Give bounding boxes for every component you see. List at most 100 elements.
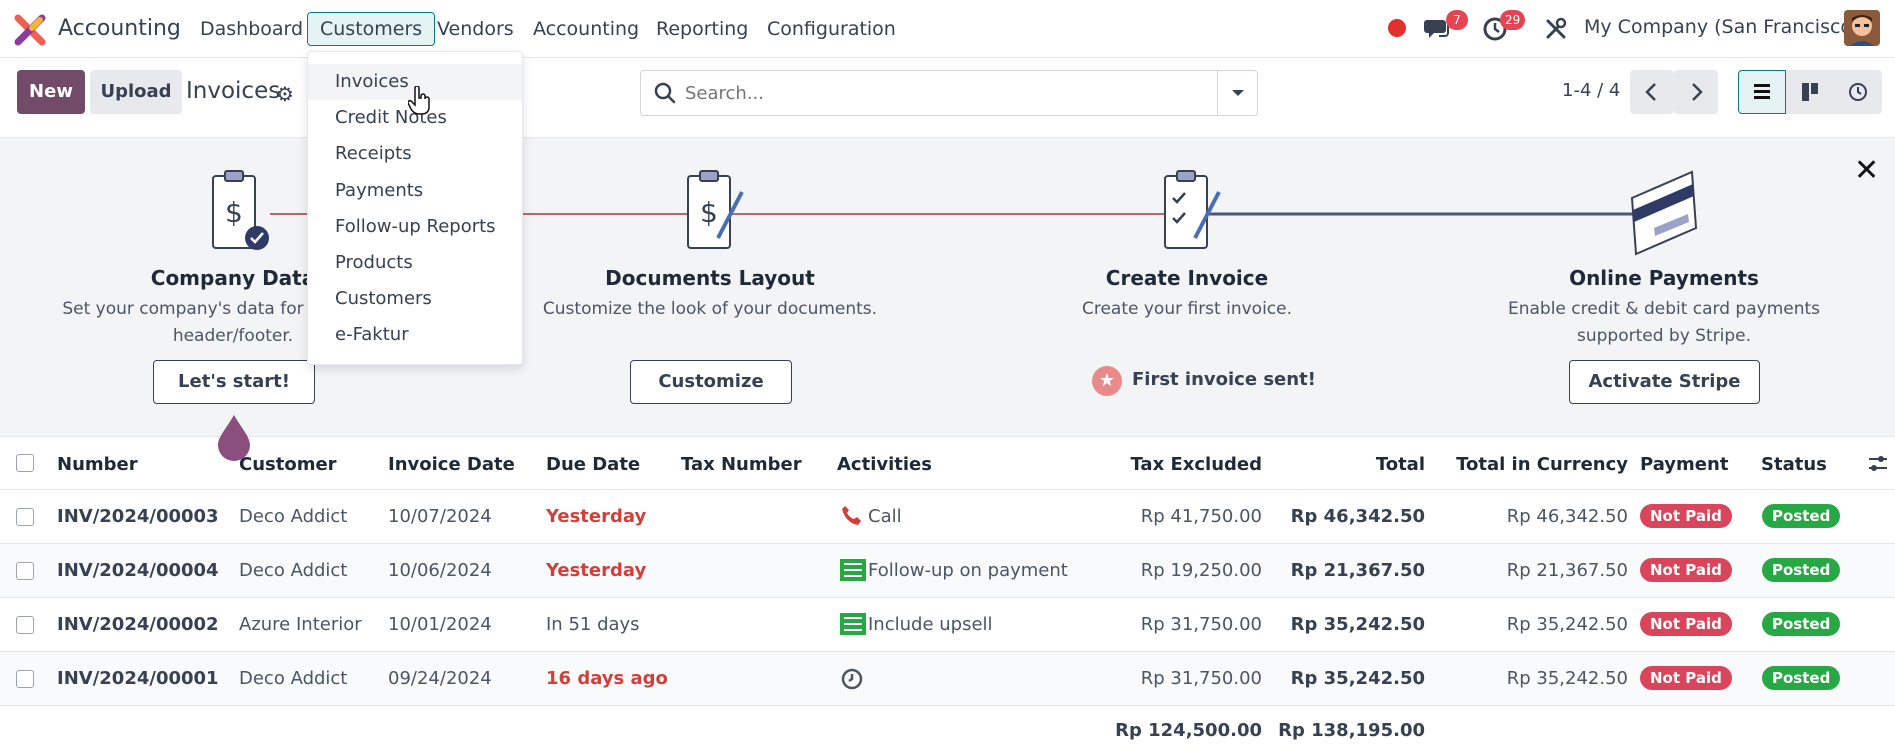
todo-list-icon[interactable] — [840, 613, 866, 635]
menu-accounting[interactable]: Accounting — [521, 12, 651, 46]
activities-count-badge: 29 — [1500, 10, 1526, 30]
row-checkbox[interactable] — [16, 508, 34, 526]
column-tax-excluded[interactable]: Tax Excluded — [1100, 454, 1262, 475]
list-view-button[interactable] — [1738, 70, 1786, 114]
step-online-payments-desc: Enable credit & debit card payments supp… — [1507, 299, 1821, 346]
user-avatar[interactable] — [1844, 10, 1880, 46]
menu-item-customers[interactable]: Customers — [308, 281, 522, 317]
lets-start-button[interactable]: Let's start! — [153, 360, 315, 404]
first-invoice-sent-label: First invoice sent! — [1132, 369, 1316, 390]
menu-item-e-faktur[interactable]: e-Faktur — [308, 317, 522, 353]
column-status[interactable]: Status — [1761, 454, 1827, 475]
payment-badge: Not Paid — [1640, 558, 1732, 582]
step-create-invoice-title: Create Invoice — [1105, 266, 1269, 290]
menu-vendors[interactable]: Vendors — [425, 12, 526, 46]
customer-name: Deco Addict — [239, 668, 348, 689]
total: Rp 35,242.50 — [1290, 668, 1425, 689]
search-input[interactable] — [685, 79, 1205, 107]
customer-name: Azure Interior — [239, 614, 362, 635]
menu-configuration[interactable]: Configuration — [755, 12, 908, 46]
column-tax-number[interactable]: Tax Number — [681, 454, 802, 475]
step-online-payments-title: Online Payments — [1569, 266, 1759, 290]
row-checkbox[interactable] — [16, 670, 34, 688]
pager-next-button[interactable] — [1674, 70, 1718, 114]
column-number[interactable]: Number — [57, 454, 138, 475]
customer-name: Deco Addict — [239, 560, 348, 581]
invoice-number: INV/2024/00002 — [57, 614, 219, 635]
payment-badge: Not Paid — [1640, 504, 1732, 528]
total-in-currency: Rp 35,242.50 — [1506, 614, 1628, 635]
tax-excluded: Rp 19,250.00 — [1140, 560, 1262, 581]
todo-list-icon[interactable] — [840, 559, 866, 581]
tax-excluded: Rp 41,750.00 — [1140, 506, 1262, 527]
column-due-date[interactable]: Due Date — [546, 454, 640, 475]
activity-label[interactable]: Include upsell — [868, 614, 993, 635]
pager-previous-button[interactable] — [1630, 70, 1674, 114]
column-invoice-date[interactable]: Invoice Date — [388, 454, 515, 475]
table-row[interactable]: INV/2024/00002 Azure Interior 10/01/2024… — [0, 598, 1895, 652]
company-switcher[interactable]: My Company (San Francisco) — [1584, 16, 1859, 38]
status-badge: Posted — [1762, 666, 1841, 690]
new-button[interactable]: New — [17, 70, 85, 114]
due-date: Yesterday — [546, 506, 647, 527]
clock-icon — [1849, 83, 1867, 101]
column-settings-icon[interactable] — [1866, 452, 1890, 476]
invoice-date: 10/07/2024 — [388, 506, 492, 527]
recording-dot-icon[interactable] — [1388, 19, 1406, 37]
tools-icon[interactable] — [1544, 17, 1568, 41]
activity-label[interactable]: Follow-up on payment — [868, 560, 1068, 581]
menu-reporting[interactable]: Reporting — [644, 12, 760, 46]
table-row[interactable]: INV/2024/00004 Deco Addict 10/06/2024 Ye… — [0, 544, 1895, 598]
kanban-view-button[interactable] — [1786, 70, 1834, 114]
table-row[interactable]: INV/2024/00001 Deco Addict 09/24/2024 16… — [0, 652, 1895, 706]
activate-stripe-button[interactable]: Activate Stripe — [1569, 360, 1760, 404]
menu-item-receipts[interactable]: Receipts — [308, 136, 522, 172]
menu-item-products[interactable]: Products — [308, 245, 522, 281]
avatar-face-icon — [1844, 10, 1880, 46]
phone-icon[interactable] — [840, 504, 862, 526]
customize-button[interactable]: Customize — [630, 360, 792, 404]
documents-layout-icon: $ — [687, 170, 744, 249]
clock-icon[interactable] — [840, 667, 864, 691]
activity-label[interactable]: Call — [868, 506, 902, 527]
customer-name: Deco Addict — [239, 506, 348, 527]
top-navbar: Accounting Dashboard Customers Vendors A… — [0, 0, 1895, 58]
column-activities[interactable]: Activities — [837, 454, 932, 475]
column-payment[interactable]: Payment — [1640, 454, 1728, 475]
step-documents-layout-desc: Customize the look of your documents. — [542, 299, 878, 319]
gear-icon[interactable]: ⚙ — [276, 82, 294, 106]
due-date: In 51 days — [546, 614, 640, 635]
app-name[interactable]: Accounting — [58, 16, 181, 41]
svg-text:$: $ — [700, 196, 718, 229]
total: Rp 46,342.50 — [1290, 506, 1425, 527]
select-all-checkbox[interactable] — [16, 454, 34, 472]
invoice-number: INV/2024/00004 — [57, 560, 219, 581]
close-icon[interactable]: ✕ — [1854, 153, 1879, 188]
row-checkbox[interactable] — [16, 616, 34, 634]
messages-button[interactable]: 7 — [1424, 10, 1468, 44]
search-options-toggle[interactable] — [1217, 71, 1257, 115]
invoice-date: 10/06/2024 — [388, 560, 492, 581]
activities-button[interactable]: 29 — [1482, 10, 1528, 44]
menu-item-payments[interactable]: Payments — [308, 173, 522, 209]
accounting-app-icon[interactable] — [14, 14, 46, 46]
status-badge: Posted — [1762, 504, 1841, 528]
create-invoice-icon — [1164, 170, 1221, 249]
svg-text:$: $ — [225, 196, 243, 229]
table-row[interactable]: INV/2024/00003 Deco Addict 10/07/2024 Ye… — [0, 490, 1895, 544]
menu-item-follow-up-reports[interactable]: Follow-up Reports — [308, 209, 522, 245]
pager-value[interactable]: 1-4 / 4 — [1562, 80, 1620, 101]
row-checkbox[interactable] — [16, 562, 34, 580]
payment-badge: Not Paid — [1640, 612, 1732, 636]
total-in-currency: Rp 35,242.50 — [1506, 668, 1628, 689]
list-icon — [1754, 84, 1770, 99]
caret-down-icon — [1232, 90, 1244, 96]
search-icon — [654, 82, 676, 104]
column-total[interactable]: Total — [1300, 454, 1425, 475]
column-total-in-currency[interactable]: Total in Currency — [1440, 454, 1628, 475]
menu-customers[interactable]: Customers — [307, 12, 436, 46]
star-icon: ★ — [1092, 366, 1122, 396]
upload-button[interactable]: Upload — [90, 70, 182, 114]
menu-dashboard[interactable]: Dashboard — [188, 12, 315, 46]
activity-view-button[interactable] — [1834, 70, 1882, 114]
